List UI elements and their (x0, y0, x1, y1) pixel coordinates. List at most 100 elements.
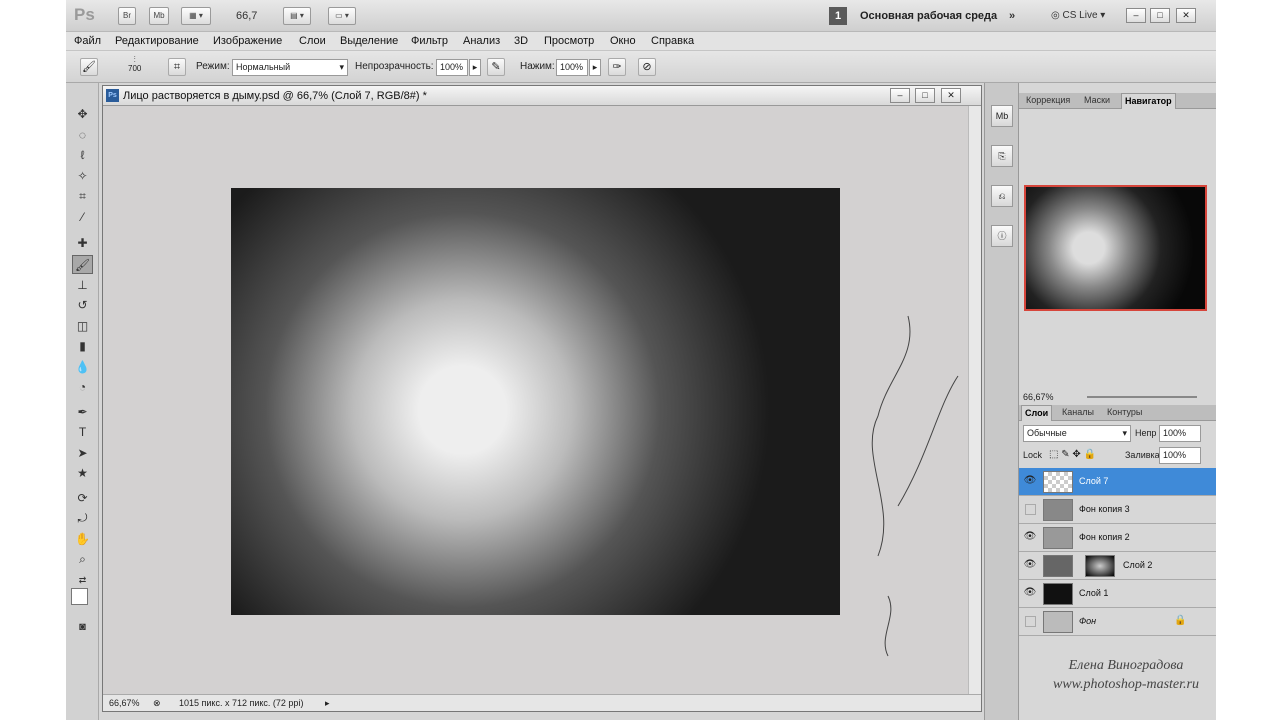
doc-maximize-button[interactable]: □ (915, 88, 935, 103)
document-tab[interactable]: Ps Лицо растворяется в дыму.psd @ 66,7% … (103, 86, 981, 106)
eyedropper-icon[interactable]: ⁄ (72, 208, 93, 227)
menu-edit[interactable]: Редактирование (115, 35, 199, 47)
history-brush-icon[interactable]: ↺ (72, 296, 93, 315)
navigator-thumbnail[interactable] (1024, 185, 1207, 311)
canvas-area[interactable] (103, 106, 968, 694)
pen-tool-icon[interactable]: ✒ (72, 403, 93, 422)
zoom-status-icon[interactable]: ⊗ (153, 698, 161, 709)
layer-name[interactable]: Фон (1079, 616, 1096, 626)
doc-minimize-button[interactable]: – (890, 88, 910, 103)
layer-row[interactable]: 👁 Слой 1 (1019, 580, 1216, 608)
airbrush-icon[interactable]: ✑ (608, 58, 626, 76)
eye-empty-icon[interactable] (1025, 504, 1036, 515)
tab-navigator[interactable]: Навигатор (1121, 93, 1176, 109)
flow-slider-button[interactable]: ▸ (589, 59, 601, 76)
workspace-number[interactable]: 1 (829, 7, 847, 25)
eraser-tool-icon[interactable]: ◫ (72, 317, 93, 336)
arrange-docs-button[interactable]: ▤ ▾ (283, 7, 311, 25)
screen-mode-button[interactable]: ▭ ▾ (328, 7, 356, 25)
layer-name[interactable]: Слой 7 (1079, 476, 1108, 486)
close-button[interactable]: ✕ (1176, 8, 1196, 23)
bridge-button[interactable]: Br (118, 7, 136, 25)
workspace-name[interactable]: Основная рабочая среда (860, 10, 997, 22)
doc-info-arrow[interactable]: ▸ (325, 698, 330, 709)
layer-row[interactable]: 👁 Фон копия 2 (1019, 524, 1216, 552)
menu-help[interactable]: Справка (651, 35, 694, 47)
menu-filter[interactable]: Фильтр (411, 35, 448, 47)
view-extras-button[interactable]: ▦ ▾ (181, 7, 211, 25)
fill-input[interactable]: 100% (1159, 447, 1201, 464)
eye-icon[interactable]: 👁 (1023, 586, 1037, 600)
mini-bridge-button[interactable]: Mb (149, 7, 169, 25)
tab-adjustments[interactable]: Коррекция (1023, 95, 1073, 105)
lasso-tool-icon[interactable]: ℓ (72, 146, 93, 165)
tab-masks[interactable]: Маски (1081, 95, 1113, 105)
layer-row[interactable]: Фон копия 3 (1019, 496, 1216, 524)
gradient-tool-icon[interactable]: ▮ (72, 337, 93, 356)
layer-mask-thumbnail[interactable] (1085, 555, 1115, 577)
layer-name[interactable]: Фон копия 3 (1079, 504, 1130, 514)
tab-channels[interactable]: Каналы (1059, 407, 1097, 417)
layer-opacity-input[interactable]: 100% (1159, 425, 1201, 442)
shape-tool-icon[interactable]: ★ (72, 464, 93, 483)
menu-analysis[interactable]: Анализ (463, 35, 500, 47)
more-workspaces-icon[interactable]: » (1009, 10, 1015, 22)
path-select-icon[interactable]: ➤ (72, 444, 93, 463)
menu-3d[interactable]: 3D (514, 35, 528, 47)
tab-layers[interactable]: Слои (1021, 405, 1053, 421)
3d-orbit-icon[interactable]: ⤾ (72, 509, 93, 528)
layer-name[interactable]: Слой 1 (1079, 588, 1108, 598)
crop-tool-icon[interactable]: ⌗ (72, 187, 93, 206)
cs-live[interactable]: ◎ CS Live ▾ (1051, 10, 1105, 21)
type-tool-icon[interactable]: T (72, 423, 93, 442)
mode-select[interactable]: Нормальный ▾ (232, 59, 348, 76)
history-icon[interactable]: ⎘ (991, 145, 1013, 167)
eye-icon[interactable]: 👁 (1023, 474, 1037, 488)
navigator-zoom-slider[interactable] (1087, 396, 1197, 398)
tablet-opacity-icon[interactable]: ✎ (487, 58, 505, 76)
doc-close-button[interactable]: ✕ (941, 88, 961, 103)
healing-brush-icon[interactable]: ✚ (72, 234, 93, 253)
zoom-status[interactable]: 66,67% (109, 698, 140, 708)
eye-empty-icon[interactable] (1025, 616, 1036, 627)
brush-tool-icon[interactable]: 🖌 (72, 255, 93, 274)
foreground-color[interactable] (71, 588, 88, 605)
menu-select[interactable]: Выделение (340, 35, 398, 47)
menu-file[interactable]: Файл (74, 35, 101, 47)
blend-mode-select[interactable]: Обычные ▾ (1023, 425, 1131, 442)
flow-input[interactable]: 100% (556, 59, 588, 76)
layer-row[interactable]: 👁 Слой 2 (1019, 552, 1216, 580)
vertical-scrollbar[interactable] (968, 106, 981, 694)
layer-row[interactable]: 👁 Слой 7 (1019, 468, 1216, 496)
quick-select-icon[interactable]: ✧ (72, 167, 93, 186)
clone-stamp-icon[interactable]: ⊥ (72, 276, 93, 295)
quick-mask-icon[interactable]: ◙ (72, 618, 93, 637)
lock-icons[interactable]: ⬚ ✎ ✥ 🔒 (1049, 449, 1096, 460)
info-icon[interactable]: ⓘ (991, 225, 1013, 247)
move-tool-icon[interactable]: ✥ (72, 105, 93, 124)
hand-tool-icon[interactable]: ✋ (72, 530, 93, 549)
menu-image[interactable]: Изображение (213, 35, 282, 47)
menu-layers[interactable]: Слои (299, 35, 326, 47)
menu-view[interactable]: Просмотр (544, 35, 594, 47)
brush-presets-icon[interactable]: ⎌ (991, 185, 1013, 207)
layer-name[interactable]: Слой 2 (1123, 560, 1152, 570)
layer-name[interactable]: Фон копия 2 (1079, 532, 1130, 542)
minimize-button[interactable]: – (1126, 8, 1146, 23)
layer-row[interactable]: Фон 🔒 (1019, 608, 1216, 636)
brush-size[interactable]: ⵗ 700 (128, 55, 141, 73)
opacity-slider-button[interactable]: ▸ (469, 59, 481, 76)
navigator-zoom[interactable]: 66,67% (1023, 392, 1054, 402)
3d-rotate-icon[interactable]: ⟳ (72, 489, 93, 508)
brush-preset-icon[interactable]: 🖌 (80, 58, 98, 76)
maximize-button[interactable]: □ (1150, 8, 1170, 23)
tab-paths[interactable]: Контуры (1104, 407, 1145, 417)
mini-bridge-icon[interactable]: Mb (991, 105, 1013, 127)
blur-tool-icon[interactable]: 💧 (72, 358, 93, 377)
menu-window[interactable]: Окно (610, 35, 636, 47)
opacity-input[interactable]: 100% (436, 59, 468, 76)
tablet-size-icon[interactable]: ⊘ (638, 58, 656, 76)
marquee-tool-icon[interactable]: ◌ (72, 126, 93, 145)
canvas-image[interactable] (231, 188, 840, 615)
brush-panel-icon[interactable]: ⌗ (168, 58, 186, 76)
